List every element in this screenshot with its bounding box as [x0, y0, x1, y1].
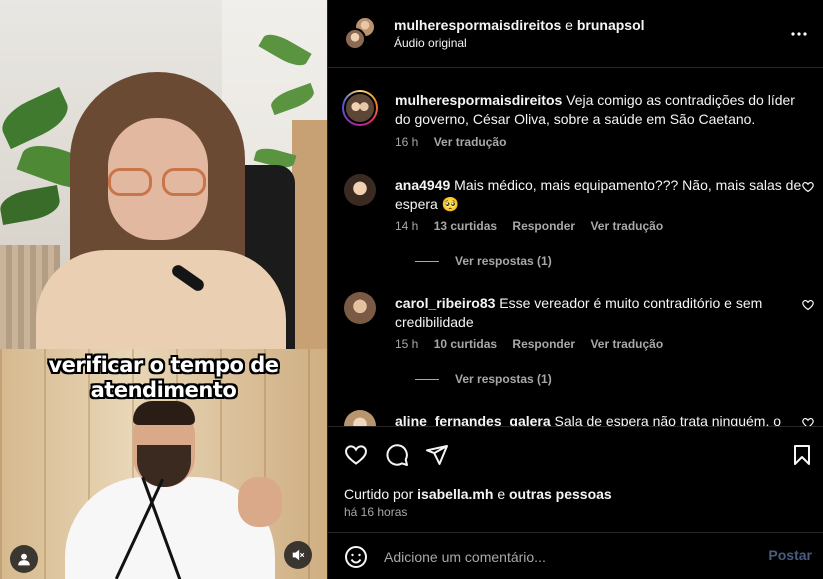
caption-time: 16 h: [395, 135, 419, 149]
comment-composer: Postar: [328, 532, 823, 579]
like-comment-icon[interactable]: [802, 181, 814, 193]
emoji-icon[interactable]: [344, 545, 368, 569]
liked-by-connector: e: [497, 486, 506, 502]
collab-username[interactable]: brunapsol: [577, 17, 645, 33]
person-icon: [18, 553, 30, 566]
comment-time: 15 h: [395, 337, 419, 351]
comment-username[interactable]: ana4949: [395, 177, 450, 193]
view-replies-button[interactable]: Ver respostas (1): [415, 254, 552, 268]
caption-username[interactable]: mulherespormaisdireitos: [395, 92, 562, 108]
liked-by-prefix: Curtido por: [344, 486, 414, 502]
like-comment-icon[interactable]: [802, 299, 814, 311]
audio-label[interactable]: Áudio original: [394, 36, 467, 50]
comment-item: ana4949 Mais médico, mais equipamento???…: [344, 174, 814, 274]
comment-likes[interactable]: 10 curtidas: [434, 337, 497, 351]
translate-link[interactable]: Ver tradução: [590, 219, 663, 233]
caption-translate-link[interactable]: Ver tradução: [434, 135, 507, 149]
translate-link[interactable]: Ver tradução: [590, 337, 663, 351]
comment-item: aline_fernandes_galera Sala de espera nã…: [344, 410, 814, 426]
replies-dash: [415, 260, 439, 262]
more-options-button[interactable]: [790, 22, 808, 40]
post-actions: [328, 426, 823, 482]
save-bookmark-icon[interactable]: [790, 443, 814, 467]
comment-item: carol_ribeiro83 Esse vereador é muito co…: [344, 292, 814, 392]
like-heart-icon[interactable]: [344, 443, 368, 467]
liked-by-others[interactable]: outras pessoas: [509, 486, 612, 502]
profile-button[interactable]: [10, 545, 38, 573]
video-caption: verificar o tempo de atendimento: [48, 353, 279, 402]
commenter-avatar[interactable]: [344, 410, 376, 426]
view-replies-button[interactable]: Ver respostas (1): [415, 372, 552, 386]
commenter-avatar[interactable]: [344, 292, 376, 324]
liked-by-user[interactable]: isabella.mh: [417, 486, 493, 502]
commenter-avatar[interactable]: [344, 174, 376, 206]
like-comment-icon[interactable]: [802, 417, 814, 426]
more-horizontal-icon: [791, 32, 807, 36]
post-caption: mulherespormaisdireitos Veja comigo as c…: [342, 86, 814, 156]
reel-video[interactable]: verificar o tempo de atendimento: [0, 0, 327, 579]
replies-dash: [415, 378, 439, 380]
post-comment-button[interactable]: Postar: [768, 547, 812, 563]
comment-time: 14 h: [395, 219, 419, 233]
reply-link[interactable]: Responder: [512, 337, 575, 351]
comments-list[interactable]: mulherespormaisdireitos Veja comigo as c…: [328, 68, 823, 426]
author-username[interactable]: mulherespormaisdireitos: [394, 17, 561, 33]
post-time[interactable]: há 16 horas: [344, 505, 407, 519]
comment-text: Sala de espera não trata ninguém, o: [554, 413, 782, 426]
view-replies-label: Ver respostas (1): [455, 372, 552, 386]
comment-username[interactable]: carol_ribeiro83: [395, 295, 495, 311]
comment-bubble-icon[interactable]: [385, 443, 409, 467]
post-header: mulherespormaisdireitos e brunapsol Áudi…: [328, 0, 823, 68]
author-avatar[interactable]: [342, 90, 378, 126]
reply-link[interactable]: Responder: [512, 219, 575, 233]
view-replies-label: Ver respostas (1): [455, 254, 552, 268]
author-connector: e: [565, 17, 573, 33]
comment-likes[interactable]: 13 curtidas: [434, 219, 497, 233]
liked-by: Curtido por isabella.mh e outras pessoas: [344, 486, 612, 502]
collab-avatars[interactable]: [344, 16, 378, 50]
comment-username[interactable]: aline_fernandes_galera: [395, 413, 551, 426]
video-top-frame: [0, 0, 327, 349]
post-side-panel: mulherespormaisdireitos e brunapsol Áudi…: [327, 0, 823, 579]
speaker-muted-icon: [292, 549, 305, 561]
share-send-icon[interactable]: [425, 443, 449, 467]
comment-input[interactable]: [384, 547, 744, 567]
comment-text: Mais médico, mais equipamento??? Não, ma…: [395, 177, 802, 212]
mute-button[interactable]: [284, 541, 312, 569]
